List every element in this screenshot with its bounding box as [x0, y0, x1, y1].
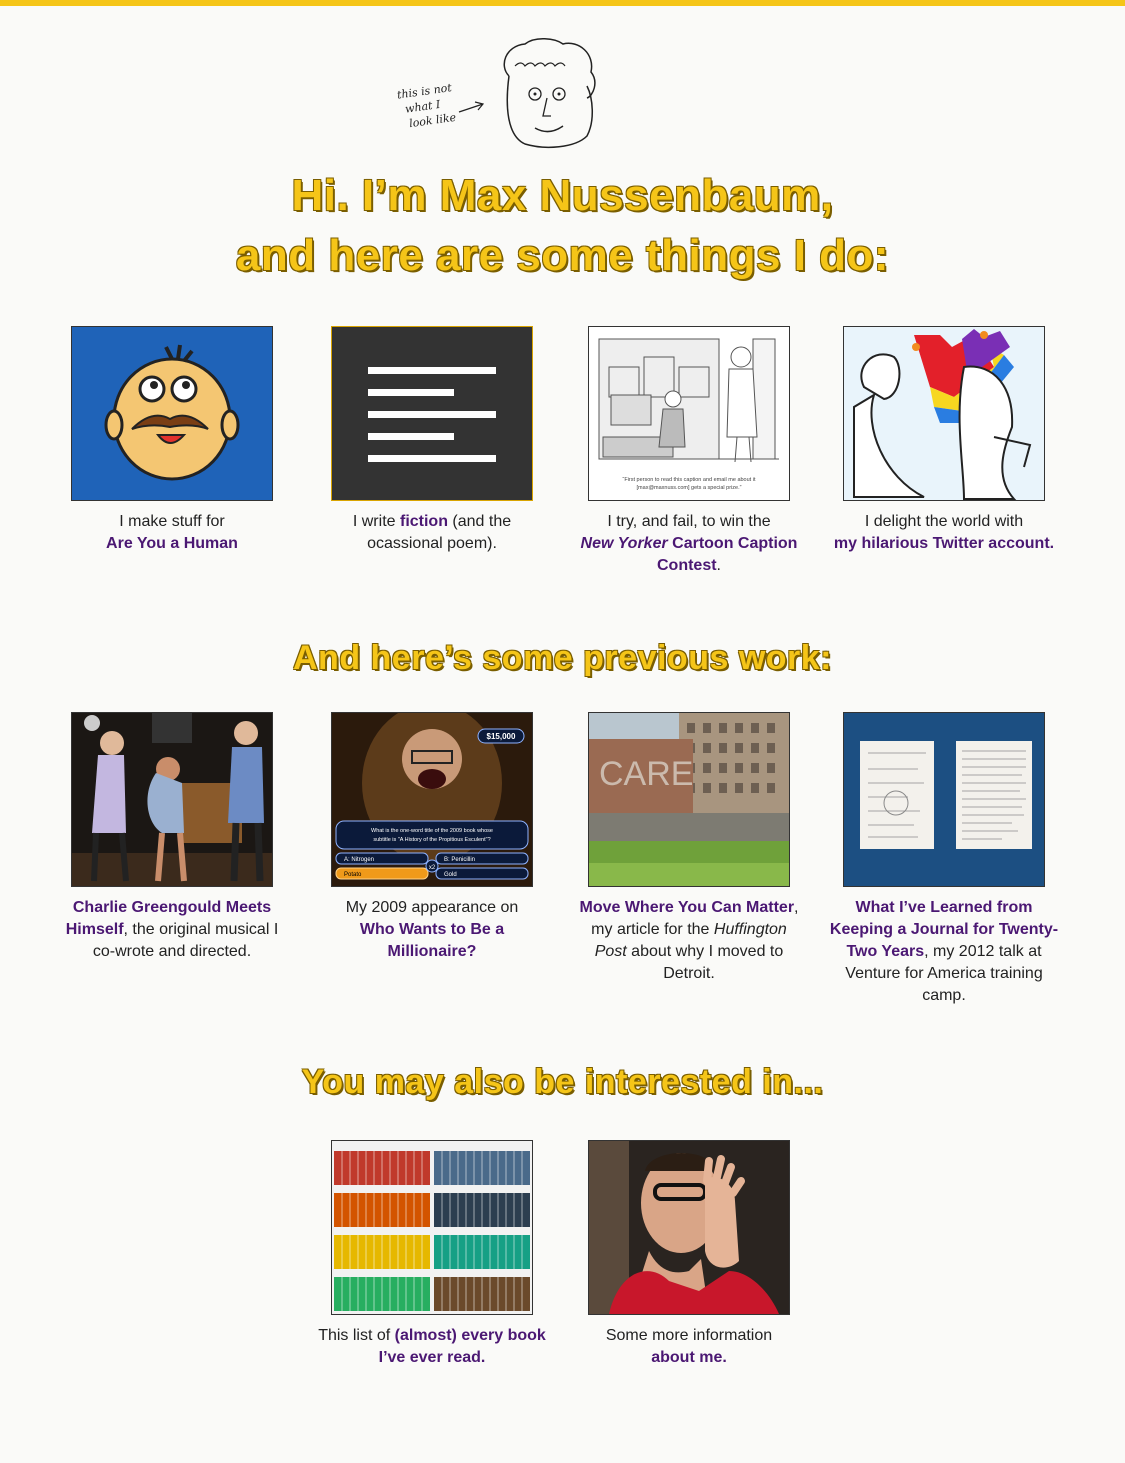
svg-text:Potato: Potato — [344, 872, 362, 878]
millionaire-screenshot-thumbnail[interactable]: $15,000 What is the one-word title of th… — [331, 712, 533, 887]
book-list-link[interactable]: (almost) every book I’ve ever read. — [379, 1327, 546, 1366]
svg-text:subtitle is "A History of the: subtitle is "A History of the Propitious… — [373, 837, 490, 843]
twitter-drawing-thumbnail[interactable] — [843, 326, 1045, 501]
svg-text:What is the one-word title of: What is the one-word title of the 2009 b… — [371, 828, 493, 834]
portrait-photo-thumbnail[interactable] — [588, 1140, 790, 1315]
new-yorker-contest-link[interactable]: New Yorker Cartoon Caption Contest — [581, 535, 798, 574]
tile-are-you-a-human: I make stuff for Are You a Human — [71, 326, 273, 555]
tile-millionaire: $15,000 What is the one-word title of th… — [331, 712, 533, 963]
caption-charlie-greengould: Charlie Greengould Meets Himself, the or… — [65, 899, 279, 960]
tile-about-me: Some more information about me. — [588, 1140, 790, 1369]
svg-text:Gold: Gold — [444, 872, 457, 878]
are-you-a-human-thumbnail[interactable] — [71, 326, 273, 501]
svg-text:“First person to read this cap: “First person to read this caption and e… — [623, 477, 756, 483]
bookshelf-photo-thumbnail[interactable] — [331, 1140, 533, 1315]
about-me-link[interactable]: about me. — [651, 1349, 727, 1366]
millionaire-link[interactable]: Who Wants to Be a Millionaire? — [360, 921, 504, 960]
tile-detroit-article: CARE Move Where You Can Matter, my artic… — [579, 712, 799, 985]
caption-twitter: I delight the world with my hilarious Tw… — [833, 513, 1055, 552]
top-accent-bar — [0, 0, 1125, 6]
avatar-note: this is not what I look like — [396, 81, 457, 131]
caption-are-you-a-human: I make stuff for Are You a Human — [106, 513, 238, 552]
caption-book-list: This list of (almost) every book I’ve ev… — [318, 1327, 546, 1366]
page-title: Hi. I’m Max Nussenbaum, and here are som… — [0, 166, 1125, 286]
caption-fiction: I write fiction (and the ocassional poem… — [352, 513, 512, 552]
new-yorker-cartoon-thumbnail[interactable]: “First person to read this caption and e… — [588, 326, 790, 501]
avatar-sketch-icon — [503, 38, 596, 149]
avatar-header: this is not what I look like — [395, 36, 610, 156]
page-title-line2: and here are some things I do: — [235, 231, 890, 280]
tile-book-list: This list of (almost) every book I’ve ev… — [318, 1140, 546, 1369]
svg-text:CARE: CARE — [599, 755, 693, 793]
journal-slide-thumbnail[interactable] — [843, 712, 1045, 887]
twitter-link[interactable]: my hilarious Twitter account. — [834, 535, 1054, 552]
svg-text:$15,000: $15,000 — [487, 732, 516, 741]
page-title-line1: Hi. I’m Max Nussenbaum, — [291, 171, 834, 220]
detroit-photo-thumbnail[interactable]: CARE — [588, 712, 790, 887]
musical-photo-thumbnail[interactable] — [71, 712, 273, 887]
caption-detroit-article: Move Where You Can Matter, my article fo… — [579, 899, 799, 982]
move-where-you-can-matter-link[interactable]: Move Where You Can Matter — [579, 899, 794, 916]
tile-fiction: I write fiction (and the ocassional poem… — [331, 326, 533, 555]
svg-text:A: Nitrogen: A: Nitrogen — [344, 857, 374, 863]
svg-text:[max@maxnuss.com] gets a speci: [max@maxnuss.com] gets a special prize.” — [637, 485, 742, 491]
fiction-link[interactable]: fiction — [400, 513, 448, 530]
caption-millionaire: My 2009 appearance on Who Wants to Be a … — [345, 899, 519, 960]
tile-journal-talk: What I’ve Learned from Keeping a Journal… — [830, 712, 1058, 1007]
are-you-a-human-link[interactable]: Are You a Human — [106, 535, 238, 552]
caption-journal-talk: What I’ve Learned from Keeping a Journal… — [829, 899, 1059, 1004]
svg-text:B: Penicillin: B: Penicillin — [444, 857, 475, 863]
interested-heading: You may also be interested in... — [301, 1063, 824, 1101]
previous-work-heading: And here’s some previous work: — [293, 639, 832, 677]
tile-new-yorker: “First person to read this caption and e… — [581, 326, 797, 577]
tile-twitter: I delight the world with my hilarious Tw… — [834, 326, 1054, 555]
tile-charlie-greengould: Charlie Greengould Meets Himself, the or… — [66, 712, 278, 963]
caption-about-me: Some more information about me. — [605, 1327, 773, 1366]
svg-text:x2: x2 — [429, 865, 436, 871]
fiction-thumbnail[interactable] — [331, 326, 533, 501]
caption-new-yorker: I try, and fail, to win the New Yorker C… — [580, 513, 798, 574]
arrow-icon — [458, 101, 485, 113]
